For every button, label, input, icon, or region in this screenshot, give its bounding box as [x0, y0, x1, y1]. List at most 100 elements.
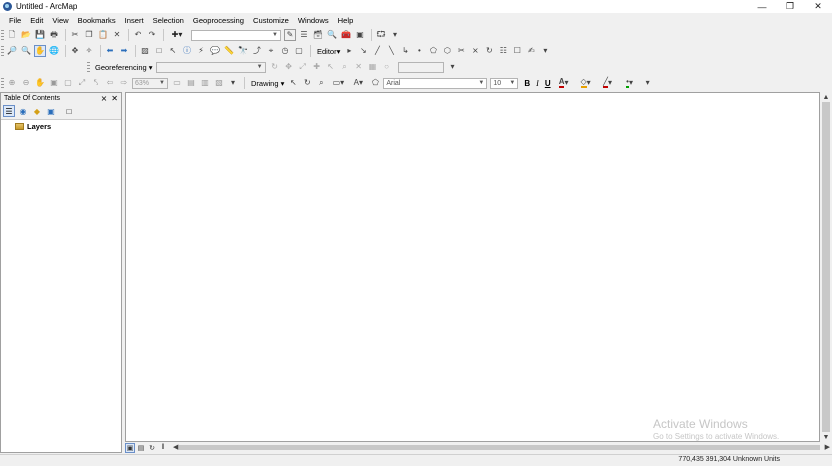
endpoint-arc-icon[interactable]: ╲: [385, 45, 397, 57]
pan-icon[interactable]: ✋: [34, 45, 46, 57]
split-tool-icon[interactable]: ⨯: [469, 45, 481, 57]
new-document-icon[interactable]: 🗋: [6, 29, 18, 41]
layout-back-icon[interactable]: ⇦: [104, 77, 116, 89]
list-by-drawing-order-icon[interactable]: ☰: [3, 105, 15, 117]
identify-icon[interactable]: ⓘ: [181, 45, 193, 57]
toolbar-grip[interactable]: [1, 29, 4, 41]
editor-menu[interactable]: Editor▾: [317, 47, 340, 56]
toolbar-options-icon[interactable]: ▾: [389, 29, 401, 41]
fixed-zoom-out-icon[interactable]: ✧: [83, 45, 95, 57]
toggle-draft-mode-icon[interactable]: ▭: [171, 77, 183, 89]
delete-icon[interactable]: ✕: [111, 29, 123, 41]
layout-zoom-dropdown[interactable]: 63% ▼: [132, 77, 168, 89]
point-icon[interactable]: •: [413, 45, 425, 57]
fixed-zoom-in-icon[interactable]: ✥: [69, 45, 81, 57]
georef-value-input[interactable]: [397, 61, 444, 73]
toolbar-options-icon[interactable]: ▾: [447, 61, 459, 73]
select-elements-icon[interactable]: ↖: [167, 45, 179, 57]
bold-button[interactable]: B: [524, 79, 530, 88]
go-back-icon[interactable]: ⬅: [104, 45, 116, 57]
layout-forward-icon[interactable]: ⇨: [118, 77, 130, 89]
full-extent-icon[interactable]: 🌐: [48, 45, 60, 57]
catalog-window-icon[interactable]: 🗃: [312, 29, 324, 41]
font-size-dropdown[interactable]: 10 ▼: [490, 77, 519, 89]
menu-help[interactable]: Help: [334, 16, 358, 25]
toc-close-icon[interactable]: ✕: [111, 94, 118, 103]
georeferencing-menu[interactable]: Georeferencing ▾: [95, 63, 153, 72]
search-window-icon[interactable]: 🔍: [326, 29, 338, 41]
layout-pan-icon[interactable]: ✋: [34, 77, 46, 89]
refresh-icon[interactable]: ↻: [147, 443, 157, 453]
drawing-menu[interactable]: Drawing ▾: [251, 79, 284, 88]
toolbar-grip[interactable]: [87, 61, 90, 73]
pin-icon[interactable]: ⨯: [101, 94, 108, 103]
edit-vertices-draw-icon[interactable]: ⬠: [369, 77, 381, 89]
font-color-icon[interactable]: A ▾: [554, 77, 574, 89]
scroll-left-icon[interactable]: ◀: [173, 443, 178, 451]
fill-color-icon[interactable]: ◇ ▾: [576, 77, 596, 89]
measure-icon[interactable]: 📏: [223, 45, 235, 57]
close-window-button[interactable]: ✕: [804, 0, 832, 13]
toolbar-grip[interactable]: [1, 45, 4, 57]
menu-bookmarks[interactable]: Bookmarks: [74, 16, 120, 25]
save-icon[interactable]: 💾: [34, 29, 46, 41]
rotate-element-icon[interactable]: ↻: [301, 77, 313, 89]
menu-insert[interactable]: Insert: [121, 16, 148, 25]
zoom-100-percent-icon[interactable]: ▢: [62, 77, 74, 89]
open-folder-icon[interactable]: 📂: [20, 29, 32, 41]
redo-icon[interactable]: ↷: [146, 29, 158, 41]
select-elements-draw-icon[interactable]: ↖: [287, 77, 299, 89]
pause-drawing-icon[interactable]: ‖: [158, 443, 168, 453]
menu-view[interactable]: View: [48, 16, 72, 25]
list-by-selection-icon[interactable]: ▣: [45, 105, 57, 117]
line-color-icon[interactable]: ╱ ▾: [598, 77, 618, 89]
restore-button[interactable]: ❐: [776, 0, 804, 13]
minimize-button[interactable]: —: [748, 0, 776, 13]
layers-data-frame[interactable]: Layers: [1, 120, 121, 131]
menu-edit[interactable]: Edit: [26, 16, 47, 25]
data-driven-pages-icon[interactable]: ▧: [213, 77, 225, 89]
marker-color-icon[interactable]: • ▾: [620, 77, 640, 89]
menu-selection[interactable]: Selection: [149, 16, 188, 25]
fixed-zoom-in-layout-icon[interactable]: ⤢: [76, 77, 88, 89]
arctoolbox-icon[interactable]: 🧰: [340, 29, 352, 41]
layout-view-icon[interactable]: ▤: [136, 443, 146, 453]
find-icon[interactable]: 🔭: [237, 45, 249, 57]
rotate-tool-icon[interactable]: ↻: [483, 45, 495, 57]
scroll-down-icon[interactable]: ▼: [820, 432, 832, 442]
edit-tool-icon[interactable]: ▸: [343, 45, 355, 57]
edit-vertices-icon[interactable]: ⬠: [427, 45, 439, 57]
menu-windows[interactable]: Windows: [294, 16, 333, 25]
scale-icon[interactable]: ⤢: [297, 61, 309, 73]
undo-icon[interactable]: ↶: [132, 29, 144, 41]
editor-toolbar-icon[interactable]: ✎: [284, 29, 296, 41]
map-scale-dropdown[interactable]: ▼: [191, 29, 281, 41]
html-popup-icon[interactable]: 💬: [209, 45, 221, 57]
toolbar-options-icon[interactable]: ▾: [227, 77, 239, 89]
add-data-icon[interactable]: ✚▾: [167, 29, 187, 41]
python-window-icon[interactable]: ▣: [354, 29, 366, 41]
cut-icon[interactable]: ✂: [69, 29, 81, 41]
focus-data-frame-icon[interactable]: ▤: [185, 77, 197, 89]
menu-geoprocessing[interactable]: Geoprocessing: [189, 16, 248, 25]
list-by-source-icon[interactable]: ◉: [17, 105, 29, 117]
print-icon[interactable]: 🖶: [48, 29, 60, 41]
create-features-icon[interactable]: ✍: [525, 45, 537, 57]
trace-icon[interactable]: ↳: [399, 45, 411, 57]
data-view-icon[interactable]: ▣: [125, 442, 135, 453]
viewer-icon[interactable]: ○: [381, 61, 393, 73]
vertical-scroll-thumb[interactable]: [822, 102, 830, 432]
edit-annotation-icon[interactable]: ↘: [357, 45, 369, 57]
change-layout-icon[interactable]: ▥: [199, 77, 211, 89]
paste-icon[interactable]: 📋: [97, 29, 109, 41]
map-display[interactable]: [125, 92, 820, 442]
menu-file[interactable]: File: [5, 16, 25, 25]
layout-zoom-out-icon[interactable]: ⊖: [20, 77, 32, 89]
new-text-icon[interactable]: A▾: [349, 77, 367, 89]
create-viewer-icon[interactable]: ▢: [293, 45, 305, 57]
zoom-out-icon[interactable]: 🔍: [20, 45, 32, 57]
zoom-whole-page-icon[interactable]: ▣: [48, 77, 60, 89]
zoom-to-selected-link-icon[interactable]: ⌕: [339, 61, 351, 73]
straight-segment-icon[interactable]: ╱: [371, 45, 383, 57]
select-link-icon[interactable]: ↖: [325, 61, 337, 73]
